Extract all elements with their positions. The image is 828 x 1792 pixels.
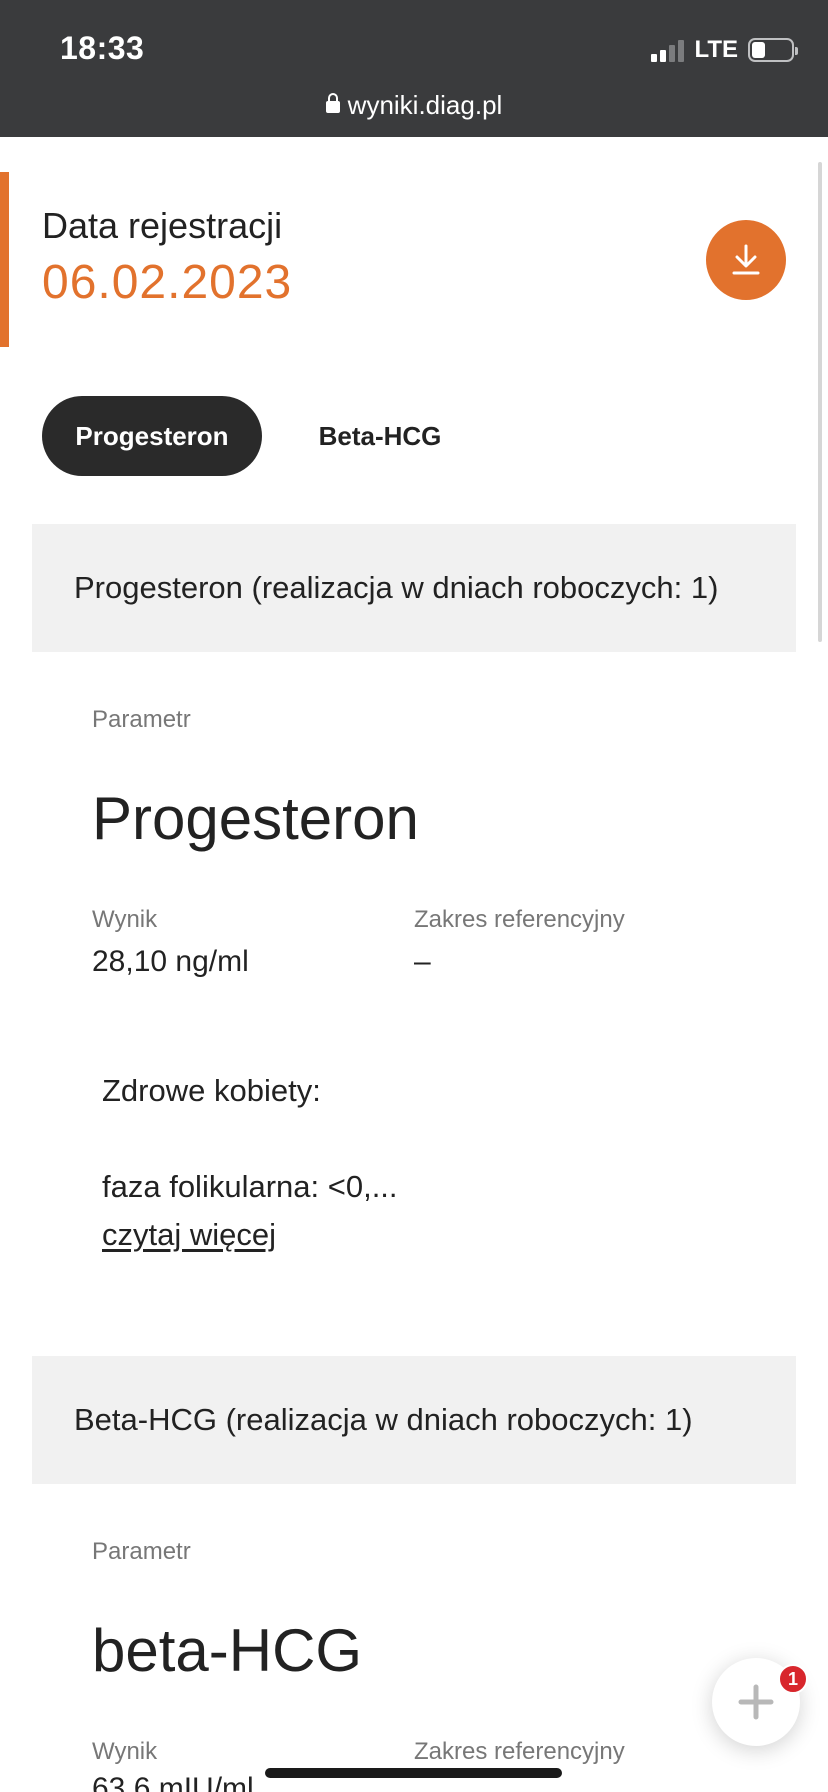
result-value: 28,10 ng/ml xyxy=(92,945,249,978)
reference-value: – xyxy=(414,945,431,978)
url-text: wyniki.diag.pl xyxy=(347,90,503,120)
download-icon xyxy=(732,244,760,275)
read-more-link[interactable]: czytaj więcej xyxy=(102,1217,276,1253)
parameter-name: Progesteron xyxy=(92,785,419,852)
parameter-label: Parametr xyxy=(92,1538,191,1565)
parameter-name: beta-HCG xyxy=(92,1617,363,1684)
result-label: Wynik xyxy=(92,906,158,933)
page-scrollbar[interactable] xyxy=(818,162,822,642)
status-time: 18:33 xyxy=(60,30,145,66)
reference-label: Zakres referencyjny xyxy=(414,906,625,933)
registration-label: Data rejestracji xyxy=(42,205,283,246)
tab-progesteron[interactable]: Progesteron xyxy=(42,396,262,476)
note-text: faza folikularna: <0,... xyxy=(102,1169,398,1204)
status-bar: 18:33 LTE wyniki.diag.pl xyxy=(0,0,828,137)
network-type: LTE xyxy=(694,36,738,63)
url-bar[interactable]: wyniki.diag.pl xyxy=(0,90,828,121)
result-value: 63,6 mIU/ml xyxy=(92,1772,254,1792)
accent-bar xyxy=(0,172,9,347)
parameter-label: Parametr xyxy=(92,706,191,733)
signal-icon xyxy=(651,38,685,62)
reference-label: Zakres referencyjny xyxy=(414,1738,625,1765)
notification-badge: 1 xyxy=(778,1664,808,1694)
home-indicator[interactable] xyxy=(265,1768,562,1778)
download-button[interactable] xyxy=(706,220,786,300)
section-header-beta-hcg: Beta-HCG (realizacja w dniach roboczych:… xyxy=(32,1356,796,1484)
tab-beta-hcg[interactable]: Beta-HCG xyxy=(300,396,460,476)
lock-icon xyxy=(325,93,340,113)
plus-icon xyxy=(738,1684,774,1720)
result-label: Wynik xyxy=(92,1738,158,1765)
registration-date: 06.02.2023 xyxy=(42,256,293,309)
note-title: Zdrowe kobiety: xyxy=(102,1073,321,1108)
battery-icon xyxy=(748,38,798,62)
section-header-progesteron: Progesteron (realizacja w dniach roboczy… xyxy=(32,524,796,652)
status-indicators: LTE xyxy=(651,36,798,64)
